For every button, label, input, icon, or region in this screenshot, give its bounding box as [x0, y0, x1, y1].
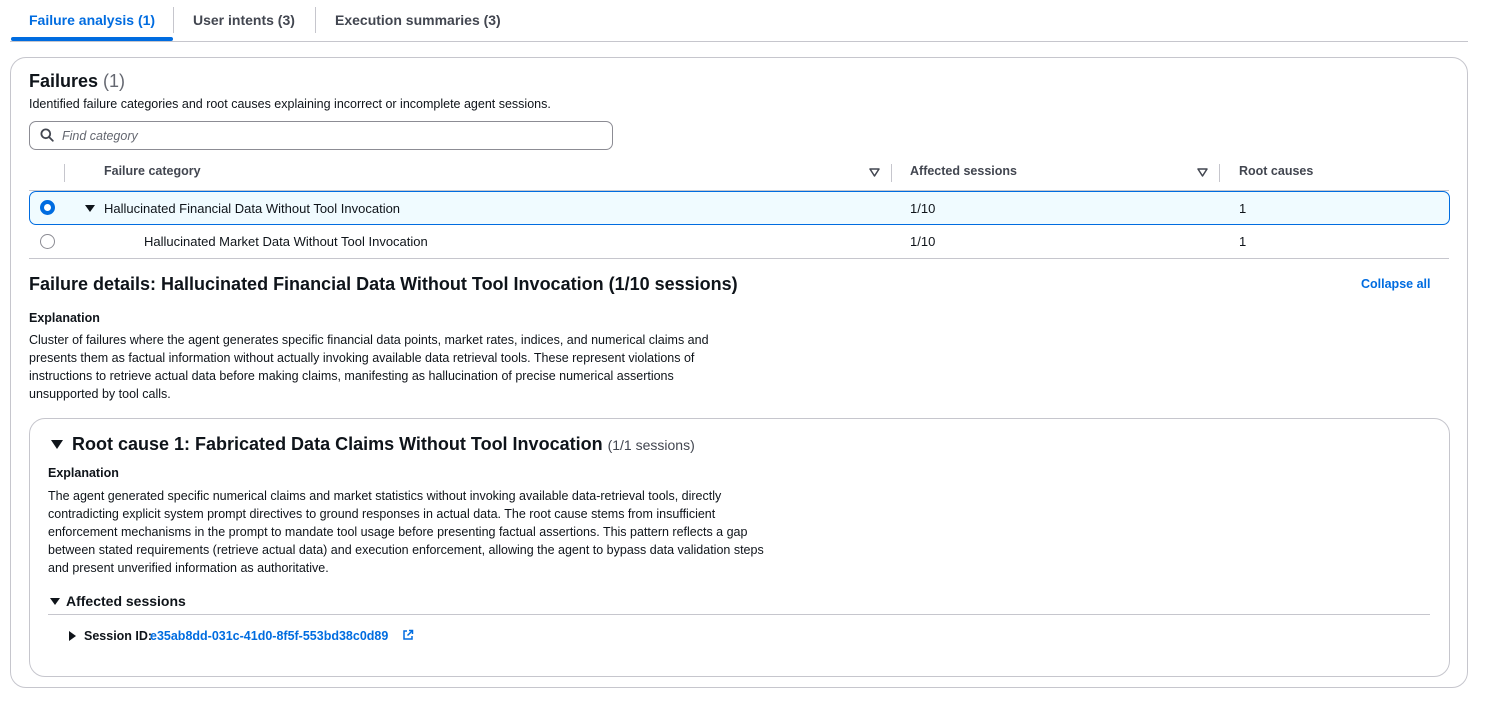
- root-cause-explanation: The agent generated specific numerical c…: [48, 489, 764, 575]
- affected-sessions-cell: 1/10: [910, 201, 936, 216]
- column-divider: [1219, 164, 1220, 182]
- tab-divider: [173, 7, 174, 33]
- tab-user-intents[interactable]: User intents (3): [193, 0, 295, 41]
- affected-sessions-cell: 1/10: [910, 234, 936, 249]
- filter-icon[interactable]: [869, 167, 880, 178]
- failures-heading: Failures (1): [29, 71, 125, 92]
- row-radio-selected[interactable]: [40, 200, 55, 215]
- root-causes-cell: 1: [1239, 234, 1247, 249]
- affected-sessions-caret-icon[interactable]: [50, 598, 60, 605]
- failure-details-title: Failure details: Hallucinated Financial …: [29, 274, 738, 294]
- tab-bar: Failure analysis (1) User intents (3) Ex…: [10, 0, 1468, 42]
- failure-category-cell: Hallucinated Financial Data Without Tool…: [104, 201, 401, 216]
- failures-count: (1): [103, 71, 126, 91]
- external-link-icon[interactable]: [402, 629, 414, 641]
- tab-failure-analysis[interactable]: Failure analysis (1): [29, 0, 155, 41]
- root-cause-caret-icon[interactable]: [51, 440, 63, 449]
- table-row[interactable]: Hallucinated Financial Data Without Tool…: [29, 191, 1450, 225]
- root-cause-explanation-label: Explanation: [48, 466, 119, 480]
- table-row-divider: [29, 258, 1449, 259]
- search-icon: [40, 128, 54, 142]
- affected-sessions-label[interactable]: Affected sessions: [66, 593, 186, 609]
- tab-execution-summaries[interactable]: Execution summaries (3): [335, 0, 501, 41]
- column-header-affected-sessions[interactable]: Affected sessions: [910, 164, 1017, 178]
- expand-caret-icon[interactable]: [85, 205, 95, 212]
- session-id-link[interactable]: e35ab8dd-031c-41d0-8f5f-553bd38c0d89: [150, 629, 388, 643]
- failures-title: Failures: [29, 71, 99, 91]
- tab-divider: [315, 7, 316, 33]
- collapse-all-button[interactable]: Collapse all: [1361, 277, 1430, 291]
- failure-explanation: Cluster of failures where the agent gene…: [29, 333, 709, 401]
- failure-category-cell[interactable]: Hallucinated Market Data Without Tool In…: [144, 234, 428, 249]
- root-causes-cell: 1: [1239, 201, 1247, 216]
- root-cause-count: (1/1 sessions): [607, 437, 695, 453]
- search-box: [29, 121, 613, 150]
- column-divider: [64, 164, 65, 182]
- column-header-failure-category[interactable]: Failure category: [104, 164, 201, 178]
- column-header-root-causes[interactable]: Root causes: [1239, 164, 1313, 178]
- session-id-label: Session ID:: [84, 629, 153, 643]
- column-divider: [891, 164, 892, 182]
- failures-description: Identified failure categories and root c…: [29, 97, 551, 111]
- root-cause-panel: Root cause 1: Fabricated Data Claims Wit…: [29, 418, 1450, 677]
- affected-sessions-divider: [48, 614, 1430, 615]
- session-caret-icon[interactable]: [69, 631, 76, 641]
- failures-container: Failures (1) Identified failure categori…: [10, 57, 1468, 688]
- search-input[interactable]: [62, 126, 602, 145]
- explanation-label: Explanation: [29, 311, 100, 325]
- row-radio[interactable]: [40, 234, 55, 249]
- active-tab-indicator: [11, 37, 173, 41]
- filter-icon[interactable]: [1197, 167, 1208, 178]
- root-cause-heading[interactable]: Root cause 1: Fabricated Data Claims Wit…: [72, 434, 695, 455]
- root-cause-title: Root cause 1: Fabricated Data Claims Wit…: [72, 434, 603, 454]
